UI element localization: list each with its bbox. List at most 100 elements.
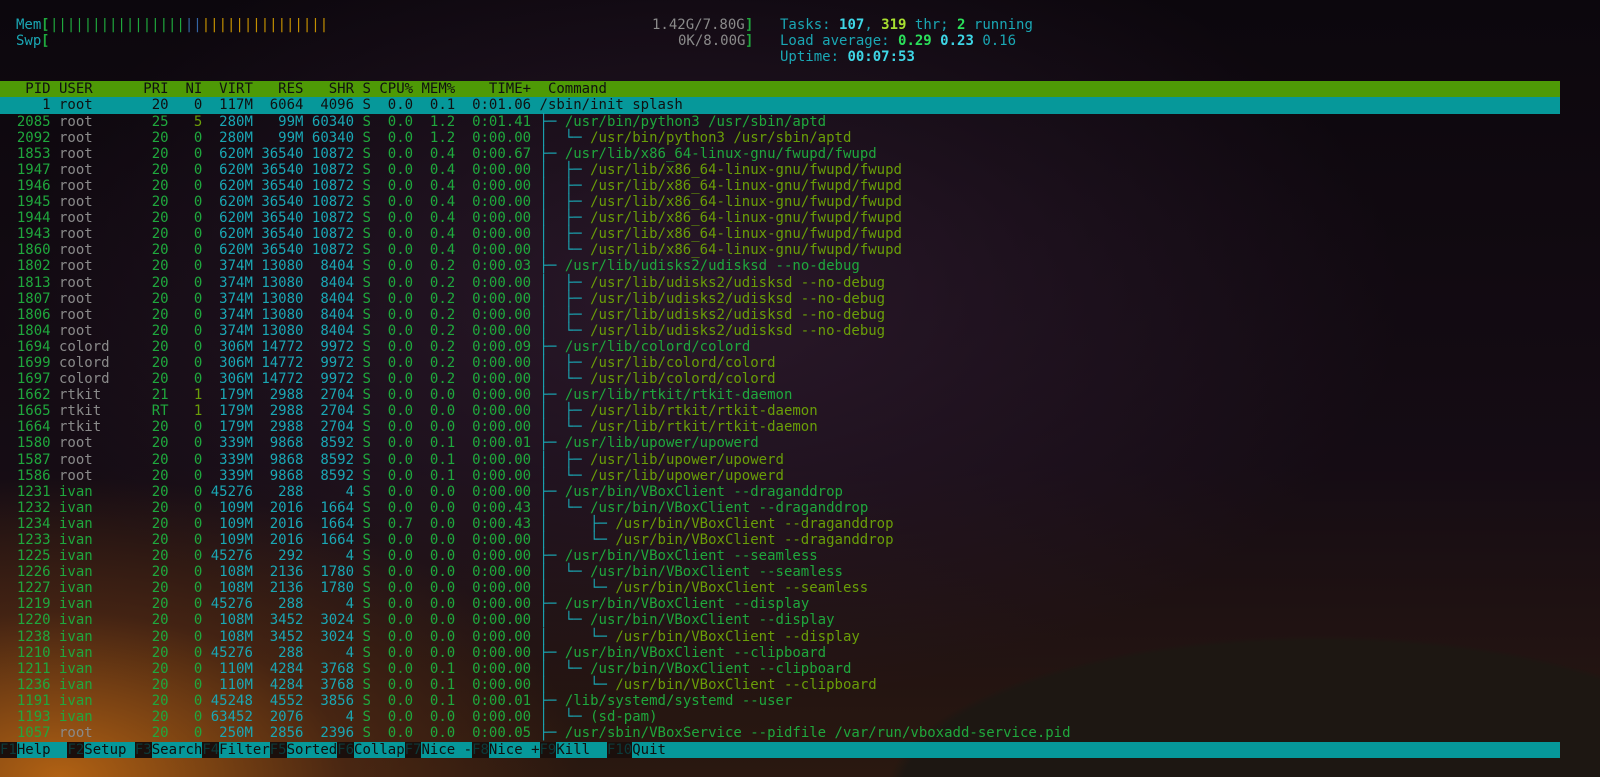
fkey-f4-button[interactable]: F4Filter xyxy=(202,742,270,758)
process-row[interactable]: 1664 rtkit 20 0 179M 2988 2704 S 0.0 0.0… xyxy=(0,419,1600,435)
time: 0:00.00 xyxy=(455,161,540,178)
time: 0:00.00 xyxy=(455,290,540,307)
cpu-percent: 0.0 xyxy=(370,532,414,548)
virt: 63452 xyxy=(202,709,253,726)
pid: 1226 xyxy=(0,564,51,581)
process-row[interactable]: 1234 ivan 20 0 109M 2016 1664 S 0.7 0.0 … xyxy=(0,516,1600,532)
pid: 1945 xyxy=(0,194,51,211)
column-virt[interactable]: VIRT xyxy=(202,81,253,97)
process-row[interactable]: 1813 root 20 0 374M 13080 8404 S 0.0 0.2… xyxy=(0,275,1600,291)
process-row[interactable]: 1233 ivan 20 0 109M 2016 1664 S 0.0 0.0 … xyxy=(0,532,1600,548)
column-mem[interactable]: MEM% xyxy=(413,81,455,97)
state: S xyxy=(354,387,371,404)
res: 9868 xyxy=(252,435,304,452)
process-row[interactable]: 1227 ivan 20 0 108M 2136 1780 S 0.0 0.0 … xyxy=(0,580,1600,596)
column-cpu[interactable]: CPU% xyxy=(371,81,413,97)
fkey-f9-button[interactable]: F9Kill xyxy=(539,742,607,758)
process-row[interactable]: 1699 colord 20 0 306M 14772 9972 S 0.0 0… xyxy=(0,355,1600,371)
process-row[interactable]: 2092 root 20 0 280M 99M 60340 S 0.0 1.2 … xyxy=(0,130,1600,146)
mem-percent: 0.0 xyxy=(413,483,456,500)
process-row[interactable]: 1193 ivan 20 0 63452 2076 4 S 0.0 0.0 0:… xyxy=(0,709,1600,725)
process-row[interactable]: 1210 ivan 20 0 45276 288 4 S 0.0 0.0 0:0… xyxy=(0,645,1600,661)
res: 14772 xyxy=(252,371,304,388)
state: S xyxy=(354,725,371,742)
tree-branch: │ └─ xyxy=(539,322,591,339)
fkey-f3-button[interactable]: F3Search xyxy=(134,742,202,758)
process-row[interactable]: 1946 root 20 0 620M 36540 10872 S 0.0 0.… xyxy=(0,178,1600,194)
process-row[interactable]: 1238 ivan 20 0 108M 3452 3024 S 0.0 0.0 … xyxy=(0,629,1600,645)
process-row[interactable]: 1802 root 20 0 374M 13080 8404 S 0.0 0.2… xyxy=(0,258,1600,274)
cpu-percent: 0.0 xyxy=(370,97,414,114)
fkey-f5-button[interactable]: F5Sorted xyxy=(269,742,337,758)
process-row[interactable]: 1220 ivan 20 0 108M 3452 3024 S 0.0 0.0 … xyxy=(0,612,1600,628)
shr: 4 xyxy=(303,709,355,726)
process-row[interactable]: 1853 root 20 0 620M 36540 10872 S 0.0 0.… xyxy=(0,146,1600,162)
virt: 374M xyxy=(202,258,253,275)
pid: 1699 xyxy=(0,354,51,371)
fkey-f8-button[interactable]: F8Nice + xyxy=(472,742,540,758)
process-row[interactable]: 1944 root 20 0 620M 36540 10872 S 0.0 0.… xyxy=(0,210,1600,226)
mem-percent: 0.2 xyxy=(413,322,456,339)
column-pri[interactable]: PRI xyxy=(135,81,168,97)
tree-branch: │ ├─ xyxy=(539,210,591,227)
fkey-f6-button[interactable]: F6Collap xyxy=(337,742,405,758)
column-user[interactable]: USER xyxy=(51,81,135,97)
cpu-percent: 0.0 xyxy=(370,354,414,371)
virt: 306M xyxy=(202,371,253,388)
command: /usr/bin/python3 /usr/sbin/aptd xyxy=(590,129,852,146)
fkey-key: F6 xyxy=(337,742,355,758)
column-s[interactable]: S xyxy=(354,81,370,97)
process-row[interactable]: 1580 root 20 0 339M 9868 8592 S 0.0 0.1 … xyxy=(0,435,1600,451)
process-row[interactable]: 1665 rtkit RT 1 179M 2988 2704 S 0.0 0.0… xyxy=(0,403,1600,419)
fkey-f7-button[interactable]: F7Nice - xyxy=(404,742,472,758)
process-row[interactable]: 1231 ivan 20 0 45276 288 4 S 0.0 0.0 0:0… xyxy=(0,484,1600,500)
threads-count: 319 xyxy=(881,17,907,33)
fkey-f2-button[interactable]: F2Setup xyxy=(67,742,134,758)
process-row[interactable]: 1191 ivan 20 0 45248 4552 3856 S 0.0 0.1… xyxy=(0,693,1600,709)
process-row[interactable]: 1662 rtkit 21 1 179M 2988 2704 S 0.0 0.0… xyxy=(0,387,1600,403)
command: /usr/lib/x86_64-linux-gnu/fwupd/fwupd xyxy=(590,194,902,211)
process-row[interactable]: 1219 ivan 20 0 45276 288 4 S 0.0 0.0 0:0… xyxy=(0,596,1600,612)
process-row[interactable]: 1057 root 20 0 250M 2856 2396 S 0.0 0.0 … xyxy=(0,725,1600,741)
process-row[interactable]: 1225 ivan 20 0 45276 292 4 S 0.0 0.0 0:0… xyxy=(0,548,1600,564)
fkey-f1-button[interactable]: F1Help xyxy=(0,742,67,758)
command: /usr/lib/rtkit/rtkit-daemon xyxy=(590,403,818,420)
user: root xyxy=(50,451,135,468)
command: /usr/bin/python3 /usr/sbin/aptd xyxy=(564,113,827,130)
column-time[interactable]: TIME+ xyxy=(455,81,548,97)
mem-percent: 0.0 xyxy=(413,387,456,404)
column-header[interactable]: PID USER PRI NI VIRT RES SHR S CPU% MEM%… xyxy=(0,81,1560,98)
command: /usr/bin/VBoxClient --clipboard xyxy=(590,660,852,677)
priority: 20 xyxy=(134,338,169,355)
process-row[interactable]: 1232 ivan 20 0 109M 2016 1664 S 0.0 0.0 … xyxy=(0,500,1600,516)
process-row[interactable]: 1806 root 20 0 374M 13080 8404 S 0.0 0.2… xyxy=(0,307,1600,323)
fkey-f10-button[interactable]: F10Quit xyxy=(606,742,666,758)
process-row[interactable]: 2085 root 25 5 280M 99M 60340 S 0.0 1.2 … xyxy=(0,114,1600,130)
column-pid[interactable]: PID xyxy=(0,81,50,97)
process-row[interactable]: 1694 colord 20 0 306M 14772 9972 S 0.0 0… xyxy=(0,339,1600,355)
process-row[interactable]: 1697 colord 20 0 306M 14772 9972 S 0.0 0… xyxy=(0,371,1600,387)
process-row[interactable]: 1226 ivan 20 0 108M 2136 1780 S 0.0 0.0 … xyxy=(0,564,1600,580)
process-row[interactable]: 1587 root 20 0 339M 9868 8592 S 0.0 0.1 … xyxy=(0,452,1600,468)
virt: 109M xyxy=(202,499,253,516)
process-row[interactable]: 1807 root 20 0 374M 13080 8404 S 0.0 0.2… xyxy=(0,291,1600,307)
column-ni[interactable]: NI xyxy=(169,81,202,97)
command: /usr/lib/colord/colord xyxy=(590,354,776,371)
process-row[interactable]: 1860 root 20 0 620M 36540 10872 S 0.0 0.… xyxy=(0,242,1600,258)
cpu-percent: 0.0 xyxy=(370,612,414,629)
state: S xyxy=(354,709,371,726)
time: 0:00.00 xyxy=(455,242,540,259)
user: ivan xyxy=(50,483,135,500)
process-row[interactable]: 1236 ivan 20 0 110M 4284 3768 S 0.0 0.1 … xyxy=(0,677,1600,693)
column-command[interactable]: Command xyxy=(548,81,607,97)
process-row[interactable]: 1586 root 20 0 339M 9868 8592 S 0.0 0.1 … xyxy=(0,468,1600,484)
process-row[interactable]: 1945 root 20 0 620M 36540 10872 S 0.0 0.… xyxy=(0,194,1600,210)
column-shr[interactable]: SHR xyxy=(303,81,354,97)
process-row[interactable]: 1 root 20 0 117M 6064 4096 S 0.0 0.1 0:0… xyxy=(0,97,1560,114)
nice: 0 xyxy=(168,129,203,146)
process-row[interactable]: 1804 root 20 0 374M 13080 8404 S 0.0 0.2… xyxy=(0,323,1600,339)
process-row[interactable]: 1211 ivan 20 0 110M 4284 3768 S 0.0 0.1 … xyxy=(0,661,1600,677)
process-row[interactable]: 1943 root 20 0 620M 36540 10872 S 0.0 0.… xyxy=(0,226,1600,242)
process-row[interactable]: 1947 root 20 0 620M 36540 10872 S 0.0 0.… xyxy=(0,162,1600,178)
column-res[interactable]: RES xyxy=(253,81,303,97)
